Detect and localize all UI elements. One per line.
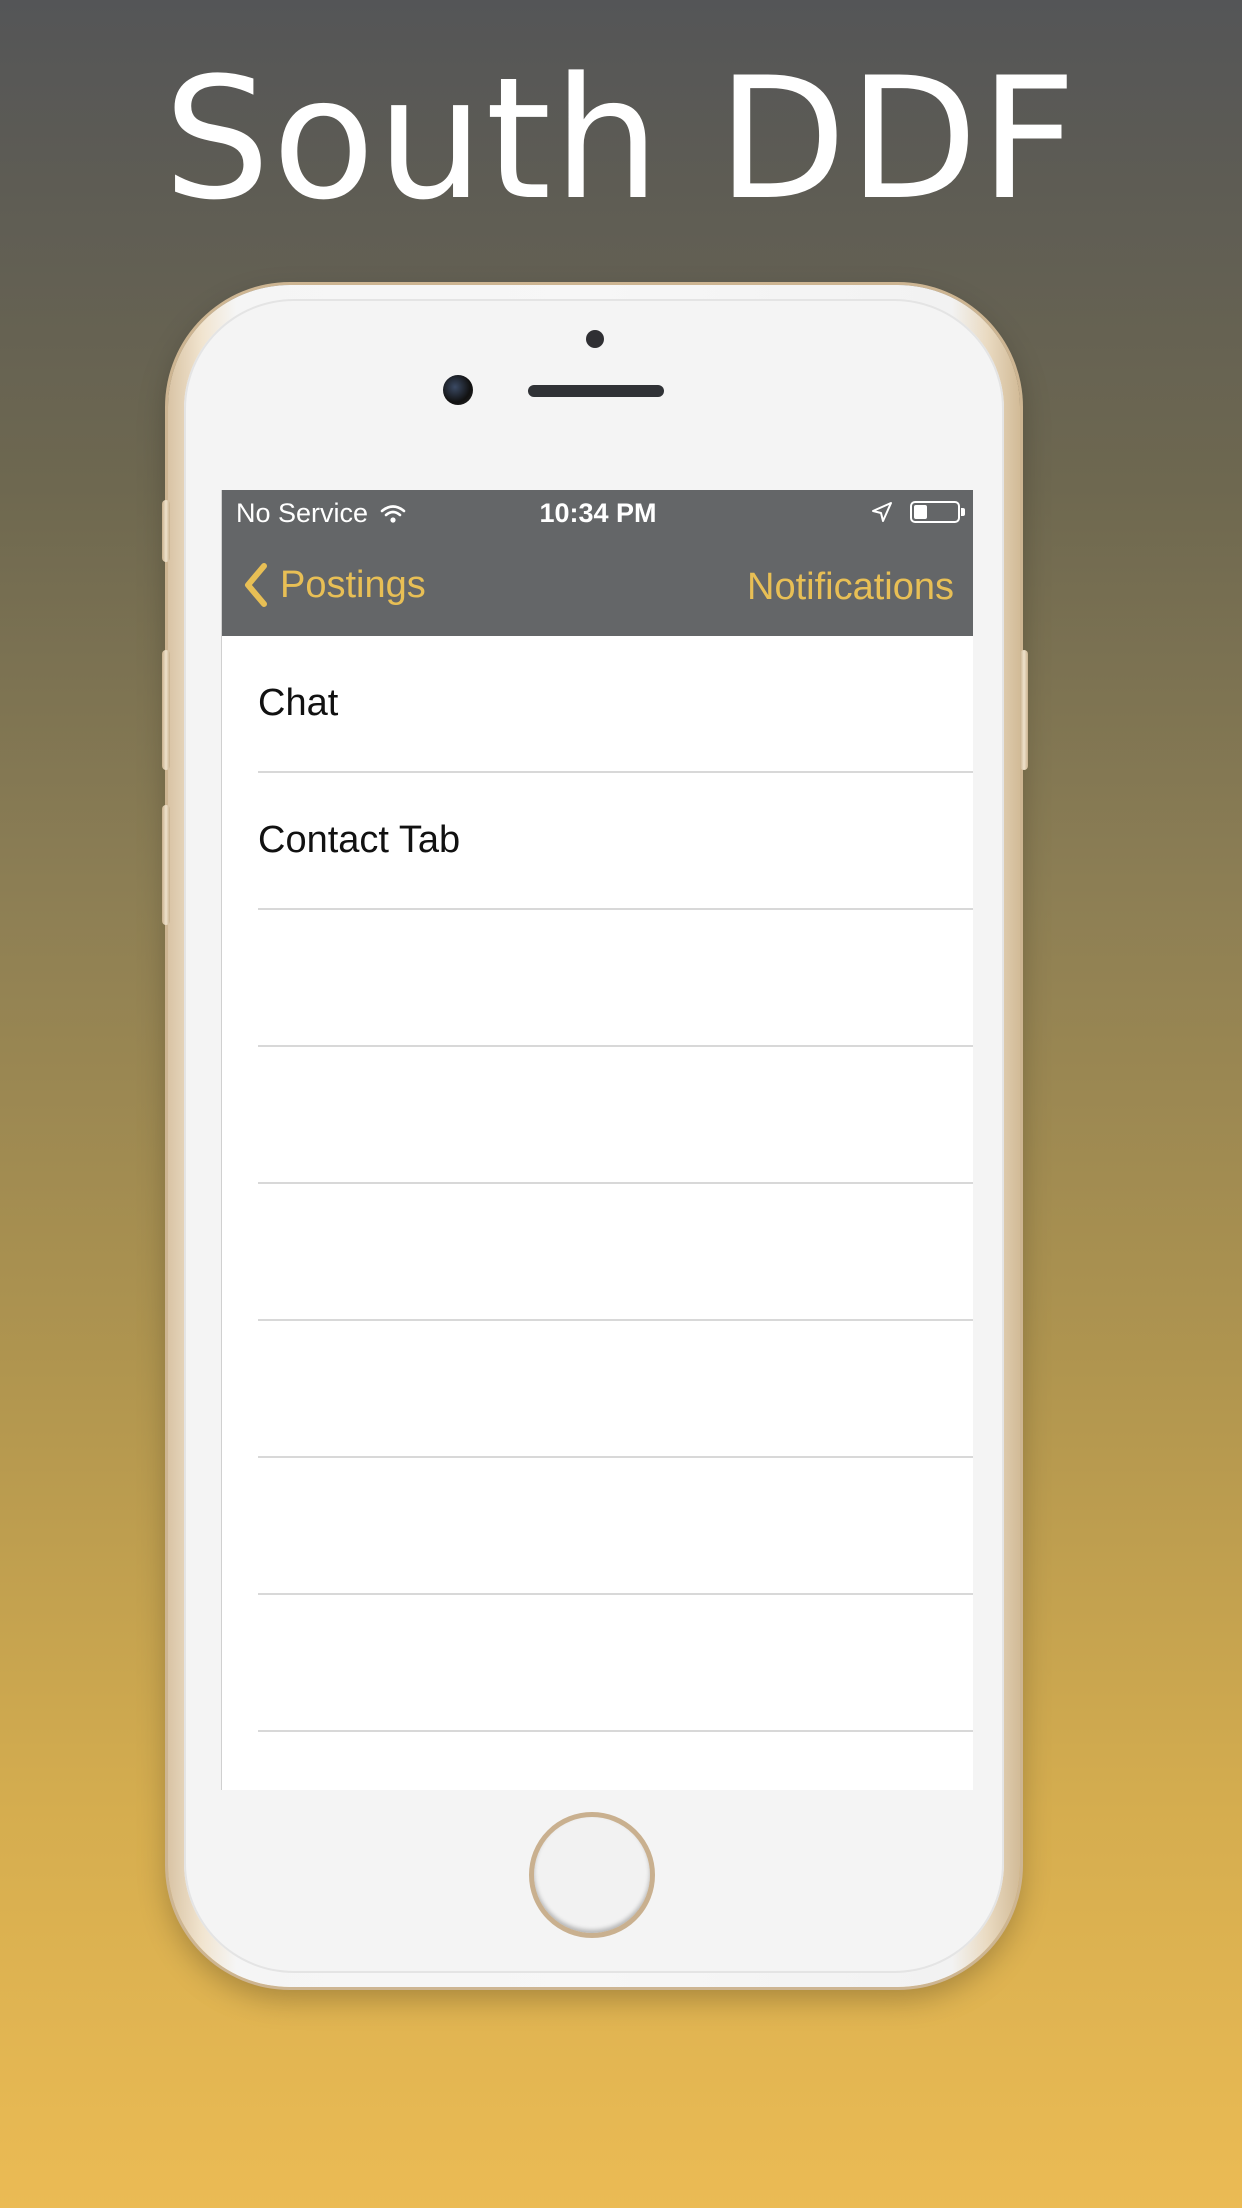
notifications-button[interactable]: Notifications [747,566,954,609]
list-item-label: Chat [258,682,339,724]
list-item-empty[interactable] [222,1732,973,1790]
front-camera [443,375,473,405]
navigation-bar: Postings Notifications [222,536,973,636]
volume-up-button [162,650,170,770]
earpiece-speaker [528,385,664,397]
status-bar: No Service 10:34 PM [222,490,973,536]
location-arrow-icon [872,502,892,522]
power-button [1020,650,1028,770]
list-item-empty[interactable] [222,1458,973,1595]
mute-switch [162,500,170,562]
battery-level-fill [914,505,927,519]
list-item-empty[interactable] [222,1047,973,1184]
chevron-left-icon [245,563,267,607]
back-button[interactable]: Postings [242,562,426,608]
list-item-contact-tab[interactable]: Contact Tab [222,773,973,910]
list-item-label: Contact Tab [258,819,461,861]
app-screen: No Service 10:34 PM Postings Notificatio… [221,490,973,1790]
list-item-empty[interactable] [222,910,973,1047]
list-item-empty[interactable] [222,1595,973,1732]
menu-list: Chat Contact Tab [222,636,973,1790]
battery-icon [910,501,965,523]
list-item-empty[interactable] [222,1321,973,1458]
status-time: 10:34 PM [539,498,657,528]
list-item-chat[interactable]: Chat [222,636,973,773]
list-item-empty[interactable] [222,1184,973,1321]
promo-headline: South DDF [163,41,1079,237]
status-right [870,500,965,524]
proximity-sensor [586,330,604,348]
back-button-label: Postings [280,563,426,606]
volume-down-button [162,805,170,925]
home-button[interactable] [529,1812,655,1938]
